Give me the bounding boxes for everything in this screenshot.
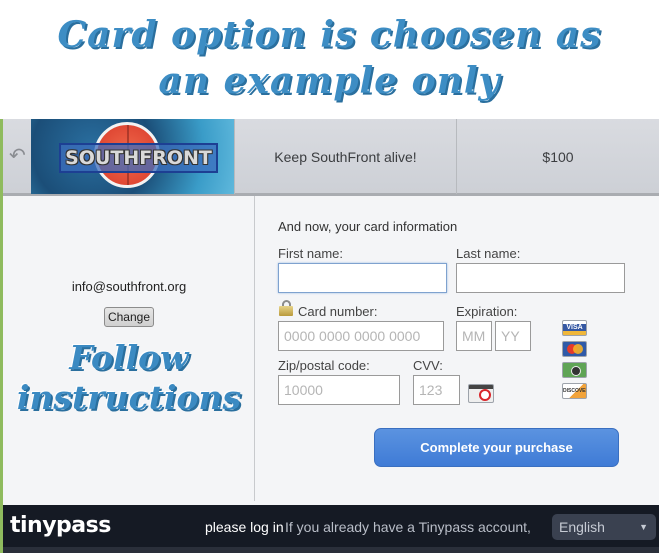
first-name-label: First name: xyxy=(278,246,344,261)
language-select[interactable]: English ▼ xyxy=(552,514,656,540)
tinypass-footer: tinypass please log in If you already ha… xyxy=(3,505,659,553)
last-name-label: Last name: xyxy=(456,246,521,261)
chevron-down-icon: ▼ xyxy=(639,522,648,532)
accepted-cards: VISA DISCOVER xyxy=(562,320,588,404)
cvv-input[interactable] xyxy=(413,375,460,405)
login-hint: If you already have a Tinypass account, xyxy=(285,519,531,535)
overlay-headline: Card option is choosen as an example onl… xyxy=(0,0,659,120)
login-link[interactable]: please log in xyxy=(205,519,284,535)
expiration-label: Expiration: xyxy=(456,304,518,319)
card-form: And now, your card information First nam… xyxy=(275,196,659,501)
complete-purchase-button[interactable]: Complete your purchase xyxy=(374,428,619,467)
zip-label: Zip/postal code: xyxy=(278,358,370,373)
overlay-headline-line1: Card option is choosen as xyxy=(57,14,602,56)
change-account-button[interactable]: Change xyxy=(104,307,154,327)
back-arrow-icon[interactable]: ↶ xyxy=(9,145,26,167)
overlay-instructions-line2: instructions xyxy=(16,378,242,417)
amex-icon xyxy=(562,362,587,378)
card-number-label: Card number: xyxy=(298,304,378,319)
checkout-frame: ↶ SOUTHFRONT Keep SouthFront alive! $100… xyxy=(0,119,659,553)
purchase-banner: ↶ SOUTHFRONT Keep SouthFront alive! $100 xyxy=(3,119,659,196)
account-email: info@southfront.org xyxy=(71,279,187,294)
first-name-input[interactable] xyxy=(278,263,447,293)
cvv-label: CVV: xyxy=(413,358,443,373)
logo-text: SOUTHFRONT xyxy=(65,147,212,169)
card-number-input[interactable] xyxy=(278,321,444,351)
expiration-year-input[interactable] xyxy=(495,321,531,351)
item-price: $100 xyxy=(456,119,659,194)
logo-plate: SOUTHFRONT xyxy=(59,143,218,173)
lock-icon xyxy=(279,300,293,316)
discover-icon: DISCOVER xyxy=(562,383,587,399)
tinypass-logo: tinypass xyxy=(10,513,111,538)
overlay-headline-line2: an example only xyxy=(158,60,501,102)
account-pane: info@southfront.org Change Follow instru… xyxy=(3,196,255,501)
visa-icon: VISA xyxy=(562,320,587,336)
form-title: And now, your card information xyxy=(278,219,458,234)
cvv-help-icon xyxy=(468,384,494,403)
checkout-content: info@southfront.org Change Follow instru… xyxy=(3,196,659,506)
overlay-instructions-line1: Follow xyxy=(69,338,189,377)
overlay-instructions: Follow instructions xyxy=(3,338,255,418)
item-title: Keep SouthFront alive! xyxy=(234,119,456,194)
footer-bottom-bar xyxy=(3,547,659,553)
language-value: English xyxy=(559,519,605,535)
southfront-logo: SOUTHFRONT xyxy=(31,119,234,194)
mastercard-icon xyxy=(562,341,587,357)
expiration-month-input[interactable] xyxy=(456,321,492,351)
zip-input[interactable] xyxy=(278,375,400,405)
last-name-input[interactable] xyxy=(456,263,625,293)
